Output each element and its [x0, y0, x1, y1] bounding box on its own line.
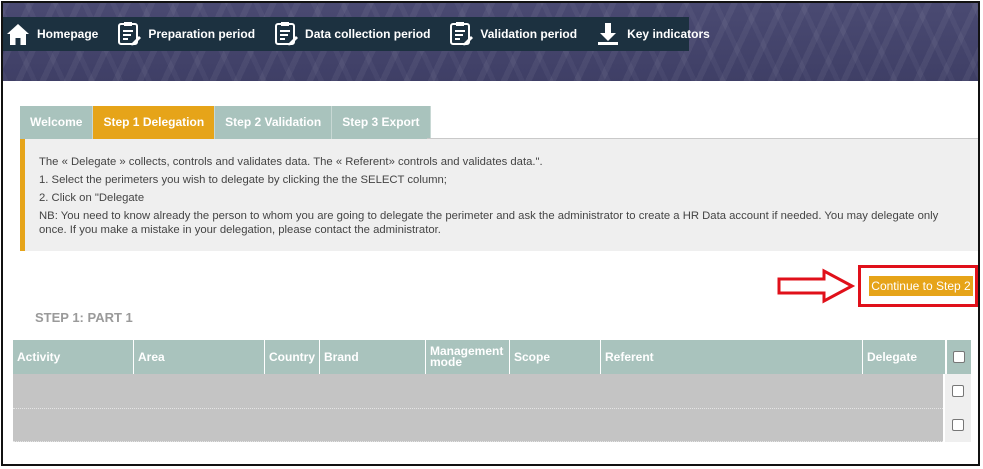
- row-select-cell: [945, 408, 971, 442]
- nav-validation-period-label: Validation period: [480, 27, 578, 41]
- column-header-management-mode[interactable]: Management mode: [425, 340, 509, 374]
- nav-key-indicators[interactable]: Key indicators: [595, 17, 710, 51]
- table-row-cells: [13, 374, 943, 408]
- clipboard-edit-icon: [116, 21, 142, 47]
- section-title: STEP 1: PART 1: [35, 310, 133, 325]
- row-select-checkbox[interactable]: [952, 419, 964, 431]
- download-icon: [595, 21, 621, 47]
- nav-preparation-period-label: Preparation period: [148, 27, 256, 41]
- nav-preparation-period[interactable]: Preparation period: [116, 17, 255, 51]
- nav-data-collection-period-label: Data collection period: [305, 27, 431, 41]
- select-all-checkbox[interactable]: [953, 351, 965, 363]
- nav-key-indicators-label: Key indicators: [627, 27, 710, 41]
- column-header-country[interactable]: Country: [264, 340, 319, 374]
- nav-data-collection-period[interactable]: Data collection period: [273, 17, 430, 51]
- instructions-line: The « Delegate » collects, controls and …: [39, 156, 543, 168]
- app-frame: Homepage Preparation period Data collect…: [1, 1, 980, 466]
- column-header-scope[interactable]: Scope: [509, 340, 600, 374]
- red-arrow-icon: [776, 268, 856, 309]
- nav-homepage[interactable]: Homepage: [5, 17, 98, 51]
- step-tabs: Welcome Step 1 Delegation Step 2 Validat…: [20, 106, 431, 139]
- clipboard-edit-icon: [273, 21, 299, 47]
- table-header: Activity Area Country Brand Management m…: [13, 340, 971, 374]
- instructions-line: 2. Click on "Delegate: [39, 192, 145, 204]
- tab-step-1-delegation[interactable]: Step 1 Delegation: [93, 106, 216, 139]
- table-row: [13, 374, 971, 408]
- column-header-brand[interactable]: Brand: [319, 340, 425, 374]
- column-header-referent[interactable]: Referent: [600, 340, 862, 374]
- tab-welcome[interactable]: Welcome: [20, 106, 94, 139]
- column-header-area[interactable]: Area: [133, 340, 264, 374]
- column-header-delegate[interactable]: Delegate: [862, 340, 943, 374]
- row-select-cell: [945, 374, 971, 408]
- continue-to-step-2-button[interactable]: Continue to Step 2: [869, 276, 973, 296]
- instructions-line: 1. Select the perimeters you wish to del…: [39, 174, 447, 186]
- instructions-panel: The « Delegate » collects, controls and …: [20, 139, 978, 251]
- clipboard-edit-icon: [448, 21, 474, 47]
- select-all-cell: [945, 340, 971, 374]
- tab-step-3-export[interactable]: Step 3 Export: [332, 106, 431, 139]
- table-row: [13, 408, 971, 442]
- nav-homepage-label: Homepage: [37, 27, 99, 41]
- delegation-table: Activity Area Country Brand Management m…: [13, 340, 971, 442]
- tab-step-2-validation[interactable]: Step 2 Validation: [215, 106, 333, 139]
- instructions-note: NB: You need to know already the person …: [39, 210, 939, 236]
- table-row-cells: [13, 408, 943, 442]
- top-navbar: Homepage Preparation period Data collect…: [3, 17, 710, 51]
- nav-validation-period[interactable]: Validation period: [448, 17, 577, 51]
- row-select-checkbox[interactable]: [952, 385, 964, 397]
- home-icon: [5, 21, 31, 47]
- column-header-activity[interactable]: Activity: [13, 340, 133, 374]
